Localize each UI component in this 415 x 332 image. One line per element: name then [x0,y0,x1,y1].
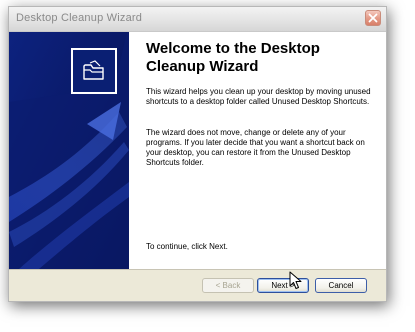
window-title: Desktop Cleanup Wizard [16,12,143,24]
cancel-button[interactable]: Cancel [315,278,367,293]
close-button[interactable] [365,10,381,26]
wizard-window: Desktop Cleanup Wizard Welcome to the De… [8,6,387,302]
wizard-side-graphic [9,32,129,269]
intro-paragraph: This wizard helps you clean up your desk… [146,87,371,106]
wizard-logo [71,48,117,94]
title-bar[interactable]: Desktop Cleanup Wizard [9,7,386,32]
back-button[interactable]: < Back [202,278,254,293]
continue-instruction: To continue, click Next. [146,242,228,251]
mouse-cursor-icon [289,271,302,289]
info-paragraph: The wizard does not move, change or dele… [146,128,365,167]
button-bar: < Back Next > Cancel [9,269,386,301]
close-icon [368,13,378,23]
wizard-content: Welcome to the Desktop Cleanup Wizard Th… [129,32,386,269]
folder-icon [83,60,104,80]
page-title: Welcome to the Desktop Cleanup Wizard [146,40,320,75]
